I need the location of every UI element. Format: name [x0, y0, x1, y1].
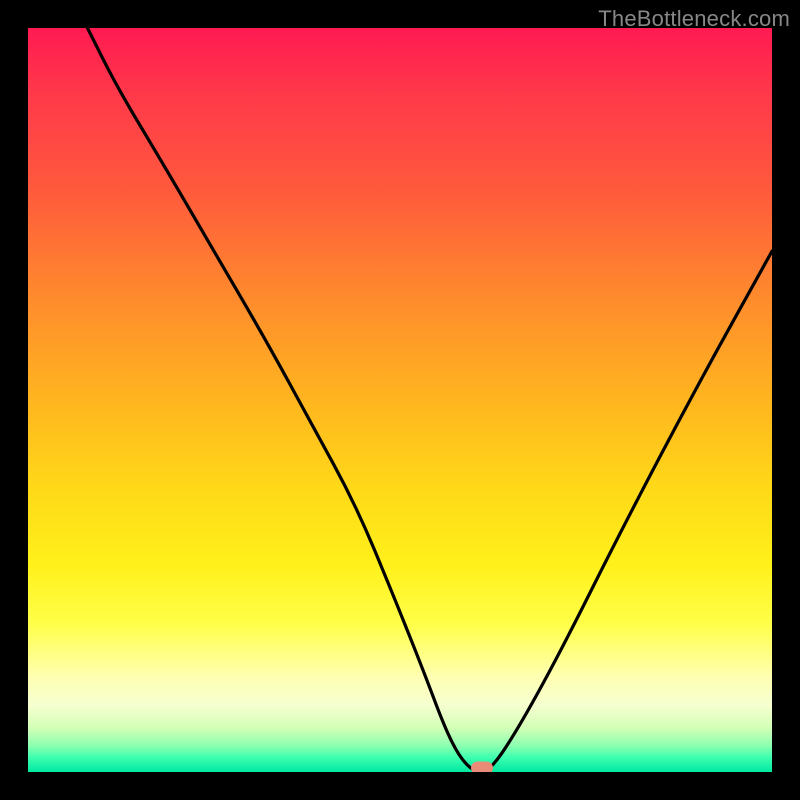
bottleneck-marker [471, 762, 493, 772]
chart-frame: TheBottleneck.com [0, 0, 800, 800]
watermark-text: TheBottleneck.com [598, 6, 790, 32]
bottleneck-curve [28, 28, 772, 772]
plot-area [28, 28, 772, 772]
